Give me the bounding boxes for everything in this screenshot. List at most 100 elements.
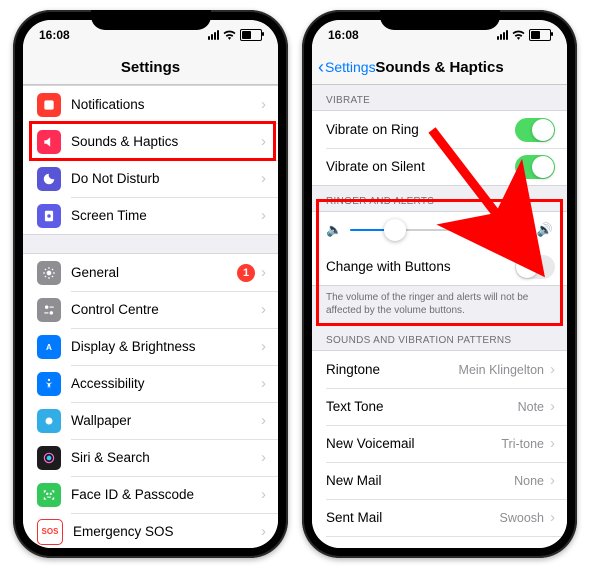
status-right	[208, 29, 262, 41]
back-label: Settings	[325, 59, 376, 75]
row-label: Text Tone	[326, 399, 518, 414]
row-label: Emergency SOS	[73, 524, 257, 539]
chevron-right-icon: ›	[261, 523, 266, 540]
row-vibrate-silent[interactable]: Vibrate on Silent	[312, 148, 567, 186]
row-label: General	[71, 265, 237, 280]
row-label: Screen Time	[71, 208, 257, 223]
row-control-centre[interactable]: Control Centre ›	[23, 291, 278, 328]
row-volume-slider[interactable]: 🔈 🔊	[312, 211, 567, 248]
row-detail: Chord	[510, 548, 544, 549]
row-label: Wallpaper	[71, 413, 257, 428]
chevron-right-icon: ›	[261, 301, 266, 318]
dnd-icon	[37, 167, 61, 191]
battery-icon	[529, 29, 551, 41]
ringer-footer: The volume of the ringer and alerts will…	[312, 286, 567, 325]
row-detail: None	[514, 474, 544, 488]
row-notifications[interactable]: Notifications ›	[23, 85, 278, 123]
section-ringer: RINGER AND ALERTS	[312, 186, 567, 211]
chevron-right-icon: ›	[261, 375, 266, 392]
chevron-right-icon: ›	[550, 546, 555, 548]
row-ringtone[interactable]: Ringtone Mein Klingelton ›	[312, 350, 567, 388]
row-change-with-buttons[interactable]: Change with Buttons	[312, 248, 567, 286]
control-icon	[37, 298, 61, 322]
svg-text:A: A	[46, 342, 52, 351]
screen-right: 16:08 ‹ Settings Sounds & Haptics VIBRAT…	[312, 20, 567, 548]
chevron-right-icon: ›	[550, 472, 555, 489]
row-screentime[interactable]: Screen Time ›	[23, 197, 278, 235]
page-title: Sounds & Haptics	[375, 59, 503, 76]
nav-bar: ‹ Settings Sounds & Haptics	[312, 50, 567, 85]
screentime-icon	[37, 204, 61, 228]
display-icon: A	[37, 335, 61, 359]
row-label: Change with Buttons	[326, 259, 515, 274]
chevron-right-icon: ›	[261, 338, 266, 355]
row-dnd[interactable]: Do Not Disturb ›	[23, 160, 278, 197]
chevron-right-icon: ›	[261, 486, 266, 503]
sos-icon: SOS	[37, 519, 63, 545]
back-button[interactable]: ‹ Settings	[318, 50, 376, 84]
content-right[interactable]: VIBRATE Vibrate on Ring Vibrate on Silen…	[312, 85, 567, 548]
row-calendar-alerts[interactable]: Calendar Alerts Chord ›	[312, 536, 567, 548]
volume-low-icon: 🔈	[326, 222, 342, 238]
row-label: Vibrate on Ring	[326, 122, 515, 137]
toggle-change-buttons[interactable]	[515, 255, 555, 279]
row-label: Face ID & Passcode	[71, 487, 257, 502]
phone-right: 16:08 ‹ Settings Sounds & Haptics VIBRAT…	[302, 10, 577, 558]
siri-icon	[37, 446, 61, 470]
row-sos[interactable]: SOS Emergency SOS ›	[23, 513, 278, 548]
row-new-voicemail[interactable]: New Voicemail Tri-tone ›	[312, 425, 567, 462]
row-display[interactable]: A Display & Brightness ›	[23, 328, 278, 365]
row-general[interactable]: General 1 ›	[23, 253, 278, 291]
general-icon	[37, 261, 61, 285]
chevron-right-icon: ›	[550, 361, 555, 378]
nav-bar: Settings	[23, 50, 278, 85]
status-time: 16:08	[39, 28, 70, 42]
row-label: Sounds & Haptics	[71, 134, 257, 149]
chevron-right-icon: ›	[261, 96, 266, 113]
row-accessibility[interactable]: Accessibility ›	[23, 365, 278, 402]
volume-slider[interactable]	[350, 229, 529, 231]
row-label: Do Not Disturb	[71, 171, 257, 186]
row-faceid[interactable]: Face ID & Passcode ›	[23, 476, 278, 513]
content-left[interactable]: Notifications › Sounds & Haptics › Do No…	[23, 85, 278, 548]
toggle-vibrate-silent[interactable]	[515, 155, 555, 179]
row-label: Vibrate on Silent	[326, 159, 515, 174]
row-new-mail[interactable]: New Mail None ›	[312, 462, 567, 499]
row-label: Accessibility	[71, 376, 257, 391]
faceid-icon	[37, 483, 61, 507]
sounds-icon	[37, 130, 61, 154]
phone-left: 16:08 Settings Notifications › Sounds & …	[13, 10, 288, 558]
chevron-right-icon: ›	[550, 509, 555, 526]
volume-high-icon: 🔊	[537, 222, 553, 238]
row-label: Notifications	[71, 97, 257, 112]
notifications-icon	[37, 93, 61, 117]
row-detail: Note	[518, 400, 544, 414]
row-label: Display & Brightness	[71, 339, 257, 354]
row-label: New Mail	[326, 473, 514, 488]
row-detail: Swoosh	[500, 511, 544, 525]
chevron-right-icon: ›	[550, 435, 555, 452]
chevron-right-icon: ›	[261, 133, 266, 150]
chevron-right-icon: ›	[261, 412, 266, 429]
toggle-vibrate-ring[interactable]	[515, 118, 555, 142]
row-label: New Voicemail	[326, 436, 501, 451]
chevron-right-icon: ›	[261, 207, 266, 224]
wifi-icon	[512, 30, 525, 40]
row-label: Ringtone	[326, 362, 459, 377]
wifi-icon	[223, 30, 236, 40]
row-sounds-haptics[interactable]: Sounds & Haptics ›	[23, 123, 278, 160]
notification-badge: 1	[237, 264, 255, 282]
notch	[91, 10, 211, 30]
row-vibrate-ring[interactable]: Vibrate on Ring	[312, 110, 567, 148]
signal-icon	[497, 30, 508, 40]
row-sent-mail[interactable]: Sent Mail Swoosh ›	[312, 499, 567, 536]
status-right	[497, 29, 551, 41]
row-wallpaper[interactable]: Wallpaper ›	[23, 402, 278, 439]
chevron-left-icon: ‹	[318, 58, 324, 76]
notch	[380, 10, 500, 30]
chevron-right-icon: ›	[550, 398, 555, 415]
chevron-right-icon: ›	[261, 264, 266, 281]
row-siri[interactable]: Siri & Search ›	[23, 439, 278, 476]
row-text-tone[interactable]: Text Tone Note ›	[312, 388, 567, 425]
row-label: Sent Mail	[326, 510, 500, 525]
